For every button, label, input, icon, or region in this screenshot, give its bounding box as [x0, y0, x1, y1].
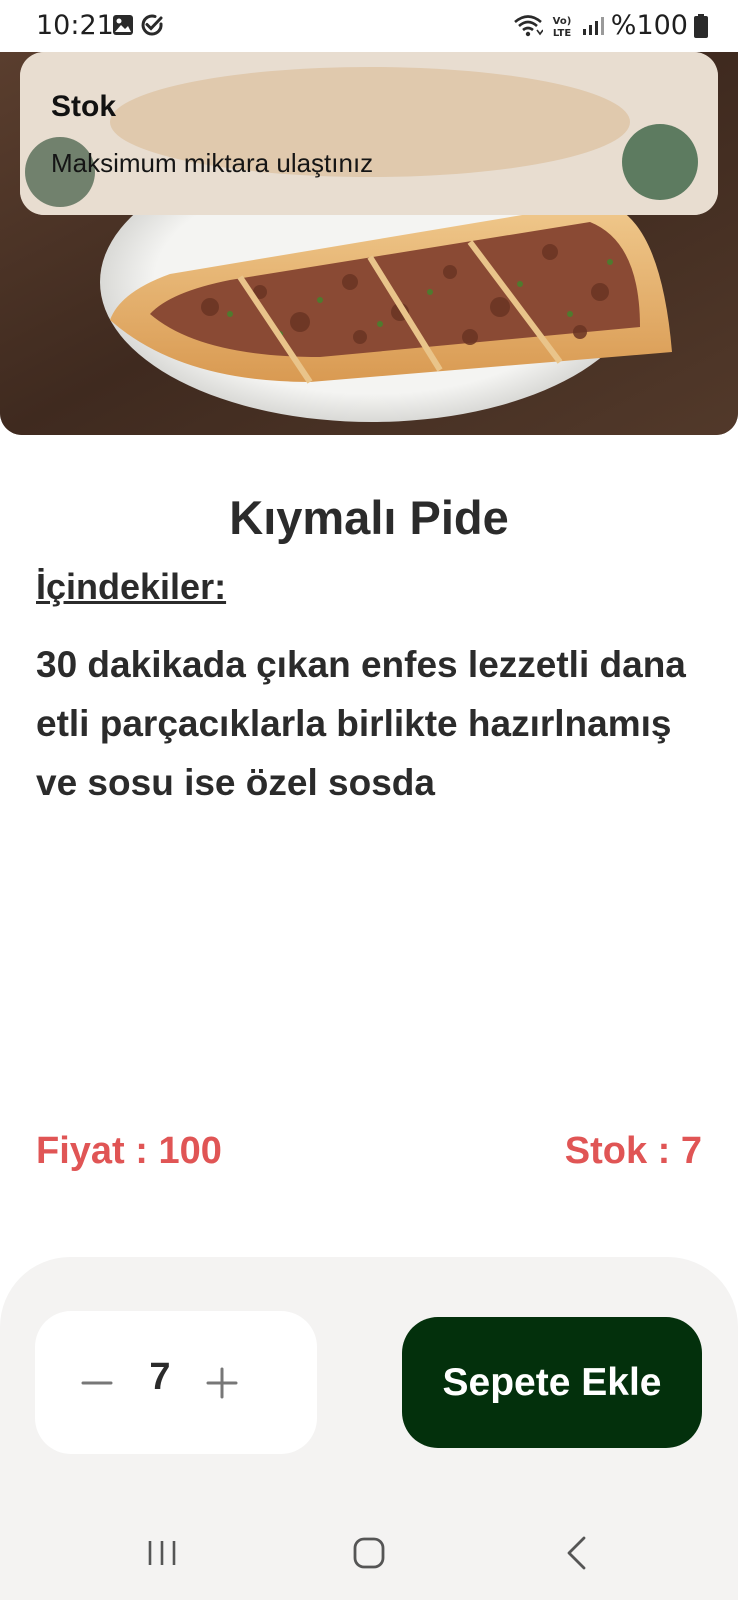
quantity-value: 7 — [149, 1356, 171, 1398]
battery-icon — [694, 13, 708, 38]
minus-icon[interactable] — [80, 1366, 114, 1400]
status-bar: 10:21 Vo) LTE %100 — [0, 0, 738, 52]
status-right: Vo) LTE %100 — [513, 10, 708, 41]
product-name: Kıymalı Pide — [229, 491, 509, 544]
back-icon[interactable] — [564, 1535, 588, 1571]
volte-icon: Vo) LTE — [552, 16, 572, 39]
price-text: Fiyat : 100 — [36, 1130, 222, 1172]
product-description: 30 dakikada çıkan enfes lezzetli dana et… — [36, 644, 686, 803]
plus-icon[interactable] — [205, 1366, 239, 1400]
battery-level: %100 — [610, 10, 688, 41]
ingredients-label: İçindekiler: — [36, 566, 227, 607]
stock-text: Stok : 7 — [564, 1130, 702, 1172]
check-circle-icon — [141, 14, 163, 36]
toast-message: Maksimum miktara ulaştınız — [51, 148, 374, 178]
add-to-cart-button[interactable]: Sepete Ekle — [402, 1317, 702, 1448]
svg-text:LTE: LTE — [553, 28, 572, 39]
status-left-icons — [112, 13, 164, 37]
gallery-icon — [113, 15, 133, 35]
toast-backdrop — [20, 52, 718, 215]
stock-toast[interactable]: Stok Maksimum miktara ulaştınız — [20, 52, 718, 215]
signal-icon — [582, 16, 604, 35]
wifi-icon — [513, 14, 543, 36]
svg-text:Vo): Vo) — [552, 16, 571, 27]
home-icon[interactable] — [352, 1536, 386, 1570]
status-time: 10:21 — [36, 10, 114, 41]
recent-apps-icon[interactable] — [146, 1538, 178, 1568]
toast-title: Stok — [51, 90, 117, 123]
